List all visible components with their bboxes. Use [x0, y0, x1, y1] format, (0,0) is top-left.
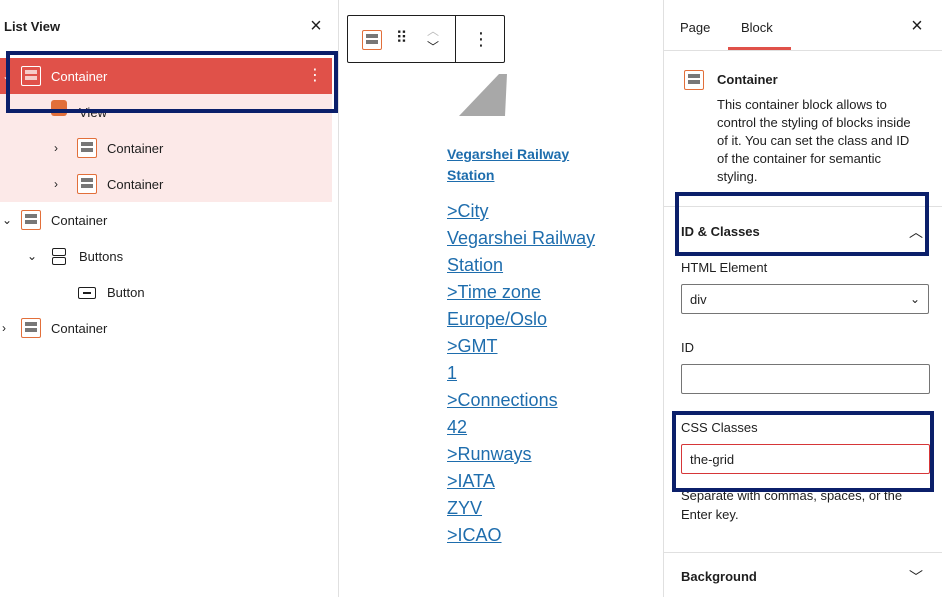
toolbar-divider: [455, 16, 456, 62]
chevron-down-icon[interactable]: ⌄: [28, 103, 40, 115]
list-item-buttons[interactable]: ⌄ Buttons: [0, 238, 332, 274]
station-title-link[interactable]: Vegarshei Railway Station: [447, 144, 597, 186]
airplane-tail-icon: [459, 74, 507, 116]
info-line[interactable]: 42: [447, 414, 657, 441]
html-element-select[interactable]: div ⌄: [681, 284, 929, 314]
info-line[interactable]: >GMT: [447, 333, 657, 360]
editor-canvas: ⠿ ︿ ﹀ ⋮ Vegarshei Railway Station >City …: [339, 0, 663, 597]
chevron-up-icon[interactable]: ︿: [909, 222, 923, 242]
html-element-label: HTML Element: [681, 260, 768, 275]
view-icon: [49, 98, 69, 118]
block-card-title: Container: [717, 72, 778, 87]
html-element-value: div: [690, 292, 707, 307]
chevron-down-icon[interactable]: ⌄: [27, 250, 39, 262]
chevron-down-icon[interactable]: ﹀: [909, 567, 923, 587]
info-line[interactable]: Station: [447, 252, 657, 279]
info-line[interactable]: >Time zone: [447, 279, 657, 306]
list-item-label: Button: [107, 285, 145, 300]
list-item-container[interactable]: › Container: [0, 310, 332, 346]
settings-sidebar: Page Block × Container This container bl…: [663, 0, 942, 597]
sidebar-tabs: Page Block ×: [664, 0, 942, 51]
close-icon[interactable]: ×: [907, 16, 927, 37]
css-classes-help: Separate with commas, spaces, or the Ent…: [681, 488, 903, 522]
info-line[interactable]: ZYV: [447, 495, 657, 522]
more-options-icon[interactable]: ⋮: [306, 67, 324, 85]
list-item-label: Container: [107, 141, 164, 156]
list-item-label: Buttons: [79, 249, 124, 264]
tab-page[interactable]: Page: [680, 20, 710, 35]
info-line[interactable]: Europe/Oslo: [447, 306, 657, 333]
chevron-down-icon[interactable]: ⌄: [2, 214, 14, 226]
chevron-down-icon[interactable]: ⌄: [2, 70, 14, 82]
list-item-container-selected[interactable]: ⌄ Container ⋮: [0, 58, 332, 94]
list-item-label: Container: [51, 321, 108, 336]
drag-handle-icon[interactable]: ⠿: [394, 29, 408, 49]
list-item-button[interactable]: Button: [0, 274, 332, 310]
panel-divider: [664, 552, 942, 553]
more-options-icon[interactable]: ⋮: [472, 28, 490, 50]
list-view-title: List View: [4, 19, 61, 34]
container-icon: [77, 174, 97, 194]
close-icon[interactable]: ×: [306, 16, 326, 37]
container-icon: [21, 210, 41, 230]
list-item-container[interactable]: › Container: [0, 166, 332, 202]
list-item-container[interactable]: ⌄ Container: [0, 202, 332, 238]
info-line[interactable]: >ICAO: [447, 522, 657, 549]
info-line[interactable]: Vegarshei Railway: [447, 225, 657, 252]
id-classes-panel-title[interactable]: ID & Classes: [681, 224, 760, 239]
css-classes-input[interactable]: [681, 444, 930, 474]
list-item-label: Container: [51, 69, 108, 84]
move-down-icon[interactable]: ﹀: [426, 40, 440, 54]
container-icon: [21, 318, 41, 338]
list-item-container[interactable]: › Container: [0, 130, 332, 166]
move-up-icon[interactable]: ︿: [426, 24, 440, 38]
panel-divider: [664, 206, 942, 207]
buttons-icon: [49, 246, 69, 266]
container-icon[interactable]: [362, 30, 382, 50]
active-tab-indicator: [728, 47, 791, 50]
chevron-right-icon[interactable]: ›: [54, 178, 66, 190]
list-view-header: List View ×: [0, 0, 338, 52]
container-icon: [77, 138, 97, 158]
chevron-right-icon[interactable]: ›: [2, 322, 14, 334]
id-label: ID: [681, 340, 694, 355]
list-item-label: View: [79, 105, 107, 120]
tab-block[interactable]: Block: [741, 20, 773, 35]
css-classes-label: CSS Classes: [681, 420, 758, 435]
info-line[interactable]: >IATA: [447, 468, 657, 495]
info-line[interactable]: >Runways: [447, 441, 657, 468]
id-input[interactable]: [681, 364, 930, 394]
block-card-description: This container block allows to control t…: [717, 97, 911, 184]
list-item-view[interactable]: ⌄ View: [0, 94, 332, 130]
container-icon: [21, 66, 41, 86]
button-icon: [77, 282, 97, 302]
chevron-right-icon[interactable]: ›: [54, 142, 66, 154]
list-item-label: Container: [107, 177, 164, 192]
background-panel-title[interactable]: Background: [681, 569, 757, 584]
container-icon: [684, 70, 704, 90]
list-view-panel: List View × ⌄ Container ⋮ ⌄ View › Conta…: [0, 0, 339, 597]
info-line[interactable]: >Connections: [447, 387, 657, 414]
station-info-list: >City Vegarshei Railway Station >Time zo…: [447, 198, 657, 549]
block-toolbar: ⠿ ︿ ﹀ ⋮: [347, 15, 505, 63]
info-line[interactable]: >City: [447, 198, 657, 225]
info-line[interactable]: 1: [447, 360, 657, 387]
chevron-down-icon: ⌄: [909, 292, 920, 306]
list-item-label: Container: [51, 213, 108, 228]
